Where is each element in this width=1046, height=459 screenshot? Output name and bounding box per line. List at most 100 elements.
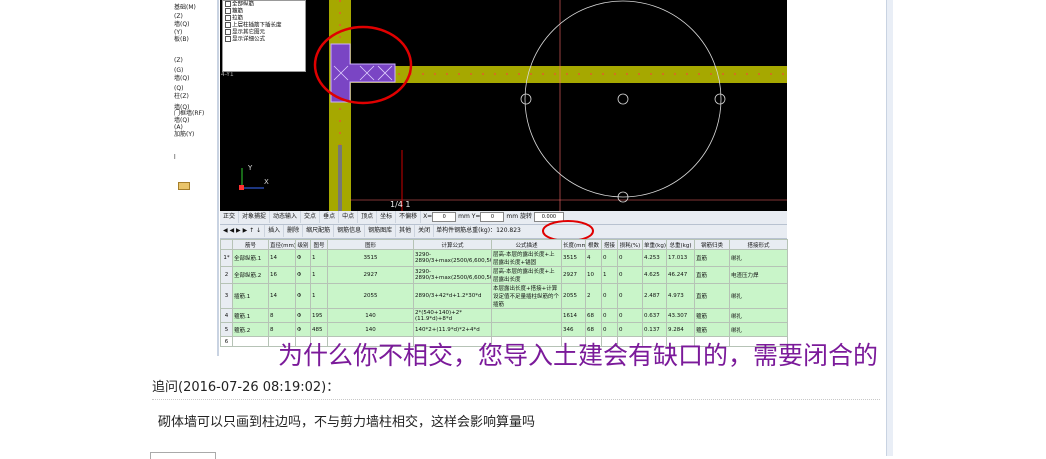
tree-item[interactable]: 加筋(Y) (174, 131, 194, 138)
column-header[interactable]: 损耗(%) (617, 239, 643, 250)
column-header[interactable]: 钢筋归类 (694, 239, 730, 250)
table-cell[interactable]: 0 (601, 249, 618, 267)
table-cell[interactable]: 4.625 (642, 266, 667, 284)
table-cell[interactable]: 10 (585, 266, 602, 284)
checkbox-icon[interactable] (225, 15, 231, 22)
table-cell[interactable]: 1 (310, 249, 328, 267)
table-cell[interactable]: 层高-本层的露出长度+上层露出长度+锚固 (491, 249, 562, 267)
table-row[interactable]: 2 全部纵筋.2 16 Φ 1 2927 3290-2890/3+max(2500/6,60… (220, 266, 788, 284)
tree-item[interactable]: (Z) (174, 13, 183, 20)
column-header[interactable]: 搭接 (601, 239, 618, 250)
table-cell[interactable] (491, 322, 562, 337)
checkbox-icon[interactable] (225, 36, 231, 43)
table-cell[interactable]: 9.284 (666, 322, 695, 337)
tree-item[interactable]: (Z) (174, 57, 183, 64)
table-cell[interactable]: 68 (585, 322, 602, 337)
table-cell[interactable]: 绑扎 (729, 322, 788, 337)
midpoint-button[interactable]: 中点 (339, 211, 359, 223)
table-cell[interactable]: 层高-本层的露出长度+上层露出长度 (491, 266, 562, 284)
intersection-button[interactable]: 交点 (301, 211, 321, 223)
column-header[interactable]: 根数 (585, 239, 602, 250)
column-header[interactable]: 总重(kg) (666, 239, 695, 250)
table-cell[interactable]: 2890/3+42*d+1.2*30*d (413, 283, 492, 309)
table-cell[interactable]: 4.973 (666, 283, 695, 309)
tree-item[interactable]: (A) (174, 124, 183, 131)
table-row[interactable]: 5 箍筋.2 8 Φ 485 140 140*2+(11.9*d)*2+4*d 346 68 0 0… (220, 322, 788, 337)
offset-select[interactable]: 不偏移 (396, 211, 422, 223)
table-cell[interactable]: 140 (327, 308, 414, 323)
column-header[interactable]: 图形 (327, 239, 414, 250)
delete-button[interactable]: 删除 (284, 225, 304, 237)
tree-item[interactable]: (Y) (174, 29, 182, 36)
table-cell[interactable]: 0 (617, 266, 643, 284)
legend-item[interactable]: 箍筋 (223, 8, 305, 15)
table-cell[interactable]: 14 (268, 249, 296, 267)
table-cell[interactable]: Φ (295, 249, 311, 267)
other-button[interactable]: 其他 (396, 225, 416, 237)
legend-item[interactable]: 上层柱插筋下插长度 (223, 22, 305, 29)
legend-item[interactable]: 全部纵筋 (223, 1, 305, 8)
table-cell[interactable]: Φ (295, 322, 311, 337)
tree-item[interactable]: 墙(Q) (174, 21, 189, 28)
table-cell[interactable]: 0 (617, 322, 643, 337)
table-cell[interactable]: 1614 (561, 308, 586, 323)
close-button[interactable]: 关闭 (415, 225, 435, 237)
table-cell[interactable]: 2927 (327, 266, 414, 284)
table-cell[interactable]: 直筋 (694, 249, 730, 267)
table-cell[interactable]: 0 (617, 249, 643, 267)
table-cell[interactable]: 4.253 (642, 249, 667, 267)
table-cell[interactable]: 3290-2890/3+max(2500/6,600,500)+42*14 (413, 249, 492, 267)
legend-item[interactable]: 显示详细公式 (223, 36, 305, 43)
table-cell[interactable]: 直筋 (694, 283, 730, 309)
checkbox-icon[interactable] (225, 29, 231, 36)
table-cell[interactable]: 1 (601, 266, 618, 284)
table-cell[interactable]: 2*(540+140)+2*(11.9*d)+8*d (413, 308, 492, 323)
cad-viewport[interactable]: Y X 4-Y1 1/4 1 全部纵筋 箍筋 拉筋 上层柱插筋下插长度 显示其它… (220, 0, 787, 211)
table-cell[interactable]: Φ (295, 283, 311, 309)
table-cell[interactable]: 8 (268, 322, 296, 337)
column-header[interactable]: 图号 (310, 239, 328, 250)
table-cell[interactable]: Φ (295, 308, 311, 323)
tree-item[interactable]: 柱(Z) (174, 93, 189, 100)
legend-item[interactable]: 显示其它图元 (223, 29, 305, 36)
table-cell[interactable]: 2055 (561, 283, 586, 309)
table-cell[interactable]: 箍筋 (694, 308, 730, 323)
table-cell[interactable]: 195 (310, 308, 328, 323)
perpendicular-button[interactable]: 垂点 (320, 211, 340, 223)
table-cell[interactable]: 346 (561, 322, 586, 337)
coordinate-button[interactable]: 坐标 (377, 211, 397, 223)
vertex-button[interactable]: 顶点 (358, 211, 378, 223)
column-header[interactable]: 长度(mm) (561, 239, 586, 250)
table-cell[interactable]: 2 (585, 283, 602, 309)
table-cell[interactable]: 8 (268, 308, 296, 323)
rebar-info-button[interactable]: 钢筋信息 (334, 225, 366, 237)
table-cell[interactable]: 1 (310, 266, 328, 284)
tree-item[interactable]: 基础(M) (174, 4, 196, 11)
table-cell[interactable] (491, 308, 562, 323)
table-cell[interactable]: Φ (295, 266, 311, 284)
tree-item[interactable]: (G) (174, 67, 183, 74)
table-cell[interactable]: 140 (327, 322, 414, 337)
table-cell[interactable]: 43.307 (666, 308, 695, 323)
scale-rebar-button[interactable]: 缩尺配筋 (303, 225, 335, 237)
table-cell[interactable]: 68 (585, 308, 602, 323)
table-cell[interactable]: 0.637 (642, 308, 667, 323)
table-row[interactable]: 4 箍筋.1 8 Φ 195 140 2*(540+140)+2*(11.9*d)+8*d 1… (220, 308, 788, 323)
checkbox-icon[interactable] (225, 8, 231, 15)
nav-arrows-icon[interactable]: ◀ ◀ ▶ ▶ ↑ ↓ (220, 225, 266, 237)
tree-item[interactable]: l (174, 154, 176, 161)
table-cell[interactable]: 箍筋.1 (232, 308, 269, 323)
table-cell[interactable]: 0 (617, 308, 643, 323)
table-row[interactable]: 3 插筋.1 14 Φ 1 2055 2890/3+42*d+1.2*30*d 本层露出长度+… (220, 283, 788, 309)
tree-item[interactable]: 板(B) (174, 36, 189, 43)
table-cell[interactable]: 17.013 (666, 249, 695, 267)
table-cell[interactable]: 4 (585, 249, 602, 267)
table-cell[interactable]: 箍筋 (694, 322, 730, 337)
table-cell[interactable]: 全部纵筋.2 (232, 266, 269, 284)
table-cell[interactable]: 0.137 (642, 322, 667, 337)
table-cell[interactable]: 绑扎 (729, 283, 788, 309)
column-header[interactable]: 公式描述 (491, 239, 562, 250)
y-input[interactable]: 0 (480, 211, 505, 222)
column-header[interactable]: 级别 (295, 239, 311, 250)
table-cell[interactable]: 绑扎 (729, 308, 788, 323)
